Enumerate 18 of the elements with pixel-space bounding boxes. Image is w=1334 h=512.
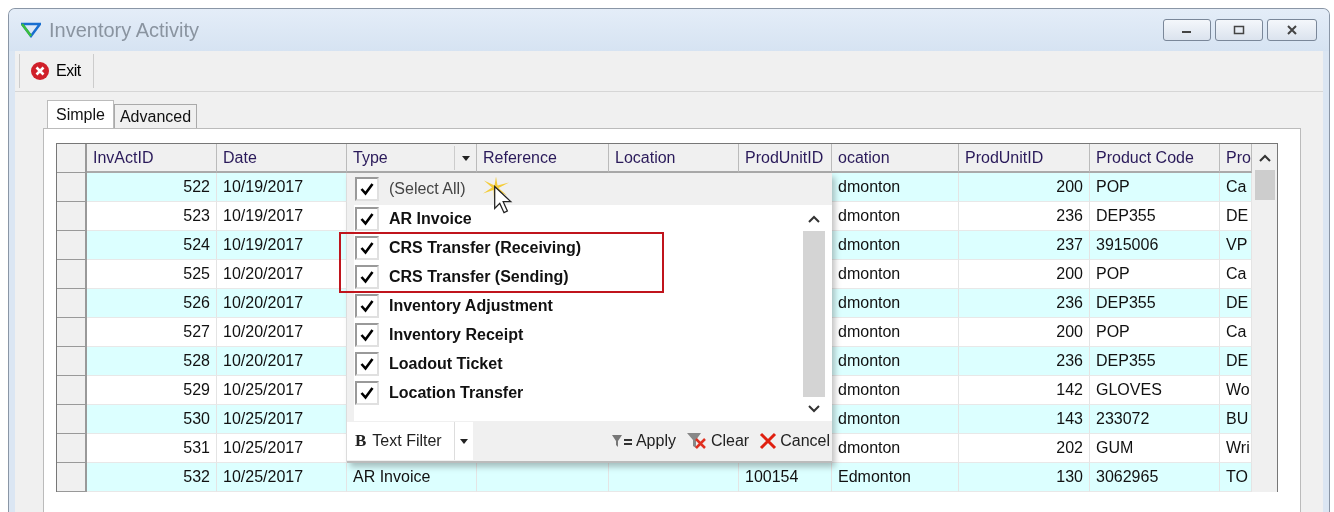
column-title: Type <box>353 148 388 167</box>
table-cell: 3062965 <box>1090 463 1220 492</box>
table-cell: 100154 <box>739 463 832 492</box>
column-title: ProdUnitID <box>745 148 824 167</box>
table-cell: Edmonton <box>832 463 959 492</box>
column-title: Pro <box>1226 148 1251 167</box>
column-title: Reference <box>483 148 557 167</box>
table-cell: 130 <box>959 463 1090 492</box>
column-title: ocation <box>838 148 890 167</box>
table-cell: AR Invoice <box>347 463 477 492</box>
table-cell: 10/25/2017 <box>217 463 347 492</box>
column-title: Product Code <box>1096 148 1194 167</box>
table-cell: 532 <box>87 463 217 492</box>
column-title: ProdUnitID <box>965 148 1044 167</box>
column-title: Location <box>615 148 676 167</box>
window-title: Inventory Activity <box>49 18 200 42</box>
column-title: Date <box>223 148 257 167</box>
column-title: InvActID <box>93 148 154 167</box>
